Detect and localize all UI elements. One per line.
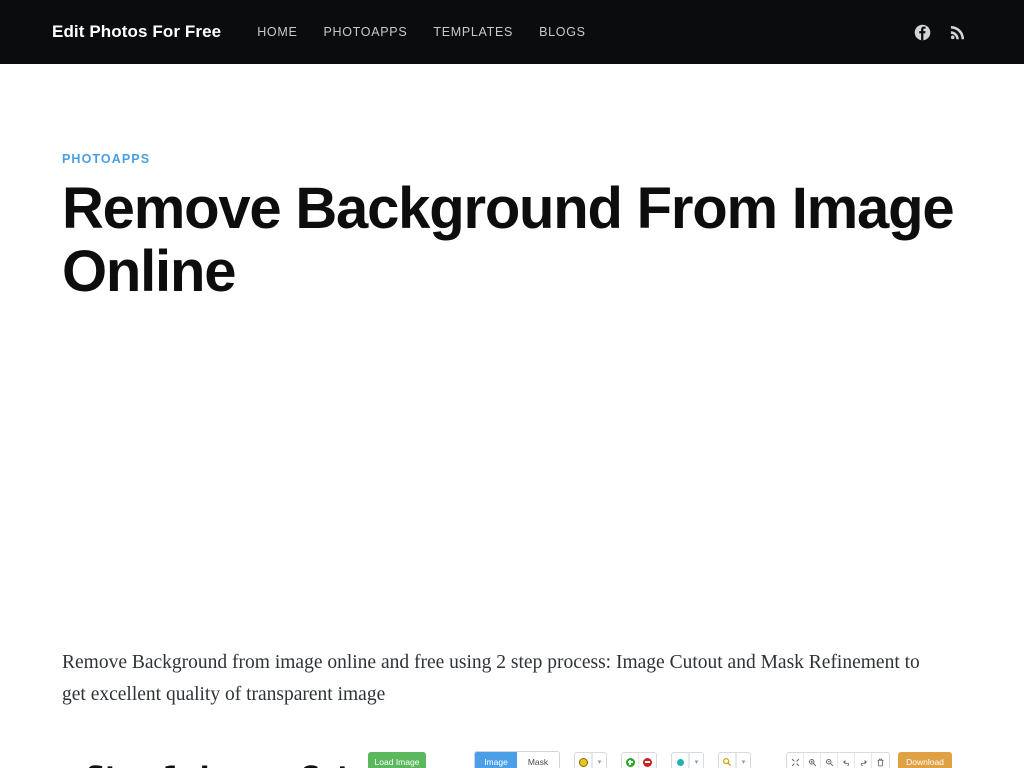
advertisement-slot [62,339,962,619]
fullscreen-icon[interactable] [787,753,804,768]
zoom-out-icon[interactable] [821,753,838,768]
post-intro-text: Remove Background from image online and … [62,647,942,711]
chevron-down-icon[interactable]: ▾ [689,753,703,768]
chevron-down-icon[interactable]: ▾ [736,753,750,768]
magnifier-icon[interactable] [719,753,736,768]
app-screenshot: Load Image Image Mask ▾ [358,745,962,768]
brush-color-yellow-icon[interactable] [575,753,592,768]
site-header: Edit Photos For Free HOME PHOTOAPPS TEMP… [0,0,1024,64]
nav-item-templates[interactable]: TEMPLATES [433,25,513,39]
page-content: PHOTOAPPS Remove Background From Image O… [0,64,1024,768]
brush-tool-group: ▾ [574,752,607,768]
marker-tool-group [621,752,657,768]
undo-icon[interactable] [838,753,855,768]
zoom-in-icon[interactable] [804,753,821,768]
post-category-link[interactable]: PHOTOAPPS [62,152,150,166]
color-tool-group: ▾ [671,752,704,768]
social-links [914,24,1024,41]
step-label: Step 1: Image Cutout [62,745,358,768]
nav-item-blogs[interactable]: BLOGS [539,25,586,39]
site-logo[interactable]: Edit Photos For Free [52,22,221,42]
color-picker-teal-icon[interactable] [672,753,689,768]
download-button[interactable]: Download [898,752,952,768]
app-toolbar: Load Image Image Mask ▾ [358,745,962,768]
tab-mask[interactable]: Mask [517,752,559,768]
trash-icon[interactable] [872,753,889,768]
view-tool-group: Download [778,752,956,768]
tab-image[interactable]: Image [475,752,517,768]
tutorial-figure: Step 1: Image Cutout Load Image Image Ma… [62,745,962,768]
zoom-tool-group: ▾ [718,752,751,768]
nav-item-home[interactable]: HOME [257,25,297,39]
redo-icon[interactable] [855,753,872,768]
nav-item-photoapps[interactable]: PHOTOAPPS [324,25,408,39]
rss-icon[interactable] [949,24,966,41]
remove-marker-red-icon[interactable] [639,753,656,768]
chevron-down-icon[interactable]: ▾ [592,753,606,768]
load-image-button[interactable]: Load Image [368,752,426,768]
page-title: Remove Background From Image Online [62,178,962,303]
facebook-icon[interactable] [914,24,931,41]
add-marker-green-icon[interactable] [622,753,639,768]
view-buttons [786,752,890,768]
main-navigation: HOME PHOTOAPPS TEMPLATES BLOGS [257,25,585,39]
image-mask-tabs: Image Mask [474,751,560,768]
